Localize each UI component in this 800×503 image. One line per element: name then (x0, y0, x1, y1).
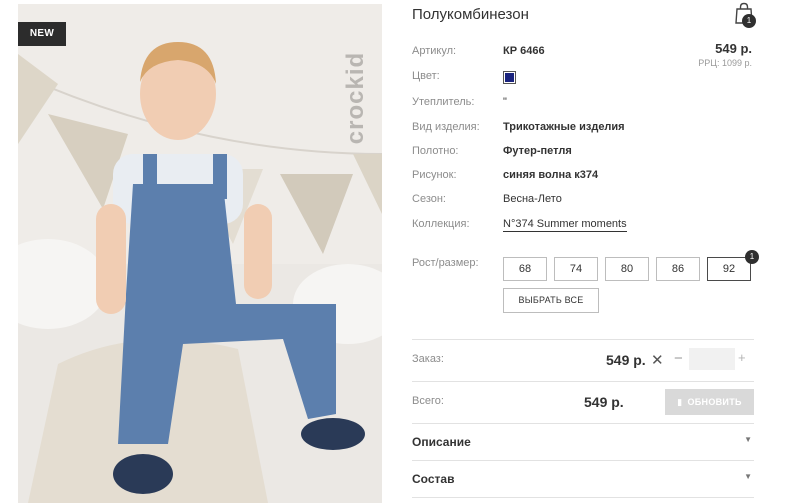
new-badge: NEW (18, 22, 66, 46)
quantity-increase-button[interactable]: + (738, 350, 746, 365)
size-label: Рост/размер: (412, 257, 479, 269)
attr-label-print: Рисунок: (412, 169, 457, 181)
product-title: Полукомбинезон (412, 6, 529, 23)
order-price: 549 р. (606, 352, 646, 368)
color-swatch-fill (505, 73, 514, 82)
attr-value-insulation: " (503, 96, 507, 108)
attr-label-season: Сезон: (412, 193, 446, 205)
color-swatch[interactable] (503, 71, 516, 84)
update-button[interactable]: ▮ ОБНОВИТЬ (665, 389, 754, 415)
attr-value-article: КР 6466 (503, 45, 545, 57)
divider (412, 339, 754, 340)
quantity-decrease-button[interactable]: − (674, 350, 683, 367)
remove-order-icon[interactable]: ✕ (651, 351, 664, 369)
accordion-description[interactable]: Описание ▼ (412, 424, 754, 460)
collection-link[interactable]: N°374 Summer moments (503, 218, 627, 232)
size-option-86[interactable]: 86 (656, 257, 700, 281)
attr-label-fabric: Полотно: (412, 145, 459, 157)
attr-label-color: Цвет: (412, 70, 440, 82)
product-photo[interactable]: NEW crockid (18, 4, 382, 503)
divider (412, 497, 754, 498)
accordion-title: Описание (412, 435, 471, 449)
accordion-composition[interactable]: Состав ▼ (412, 461, 754, 497)
cart-count-badge: 1 (742, 14, 756, 28)
order-label: Заказ: (412, 353, 444, 365)
attr-label-article: Артикул: (412, 45, 457, 57)
total-label: Всего: (412, 395, 444, 407)
divider (412, 381, 754, 382)
attr-value-print: синяя волна к374 (503, 169, 599, 181)
size-option-92[interactable]: 92 (707, 257, 751, 281)
lock-icon: ▮ (677, 397, 683, 407)
size-option-74[interactable]: 74 (554, 257, 598, 281)
product-photo-illustration (18, 4, 382, 503)
size-option-68[interactable]: 68 (503, 257, 547, 281)
recommended-retail-price: РРЦ: 1099 р. (698, 58, 752, 68)
quantity-input[interactable] (689, 348, 735, 370)
brand-watermark: crockid (342, 18, 369, 178)
attr-label-product-type: Вид изделия: (412, 121, 480, 133)
attr-value-product-type: Трикотажные изделия (503, 121, 625, 133)
attr-label-insulation: Утеплитель: (412, 96, 475, 108)
size-selected-count-badge: 1 (745, 250, 759, 264)
accordion-title: Состав (412, 472, 455, 486)
attr-value-collection: N°374 Summer moments (503, 218, 627, 232)
attr-value-fabric: Футер-петля (503, 145, 572, 157)
attr-value-season: Весна-Лето (503, 193, 562, 205)
chevron-down-icon: ▼ (744, 435, 752, 444)
product-info-panel: Полукомбинезон 1 Артикул: КР 6466 Цвет: … (412, 0, 759, 503)
update-button-label: ОБНОВИТЬ (687, 397, 742, 407)
total-price: 549 р. (584, 394, 624, 410)
size-option-80[interactable]: 80 (605, 257, 649, 281)
attr-label-collection: Коллекция: (412, 218, 470, 230)
select-all-sizes-button[interactable]: ВЫБРАТЬ ВСЕ (503, 288, 599, 313)
product-price: 549 р. (715, 41, 752, 56)
brand-watermark-text: crockid (342, 51, 369, 145)
chevron-down-icon: ▼ (744, 472, 752, 481)
